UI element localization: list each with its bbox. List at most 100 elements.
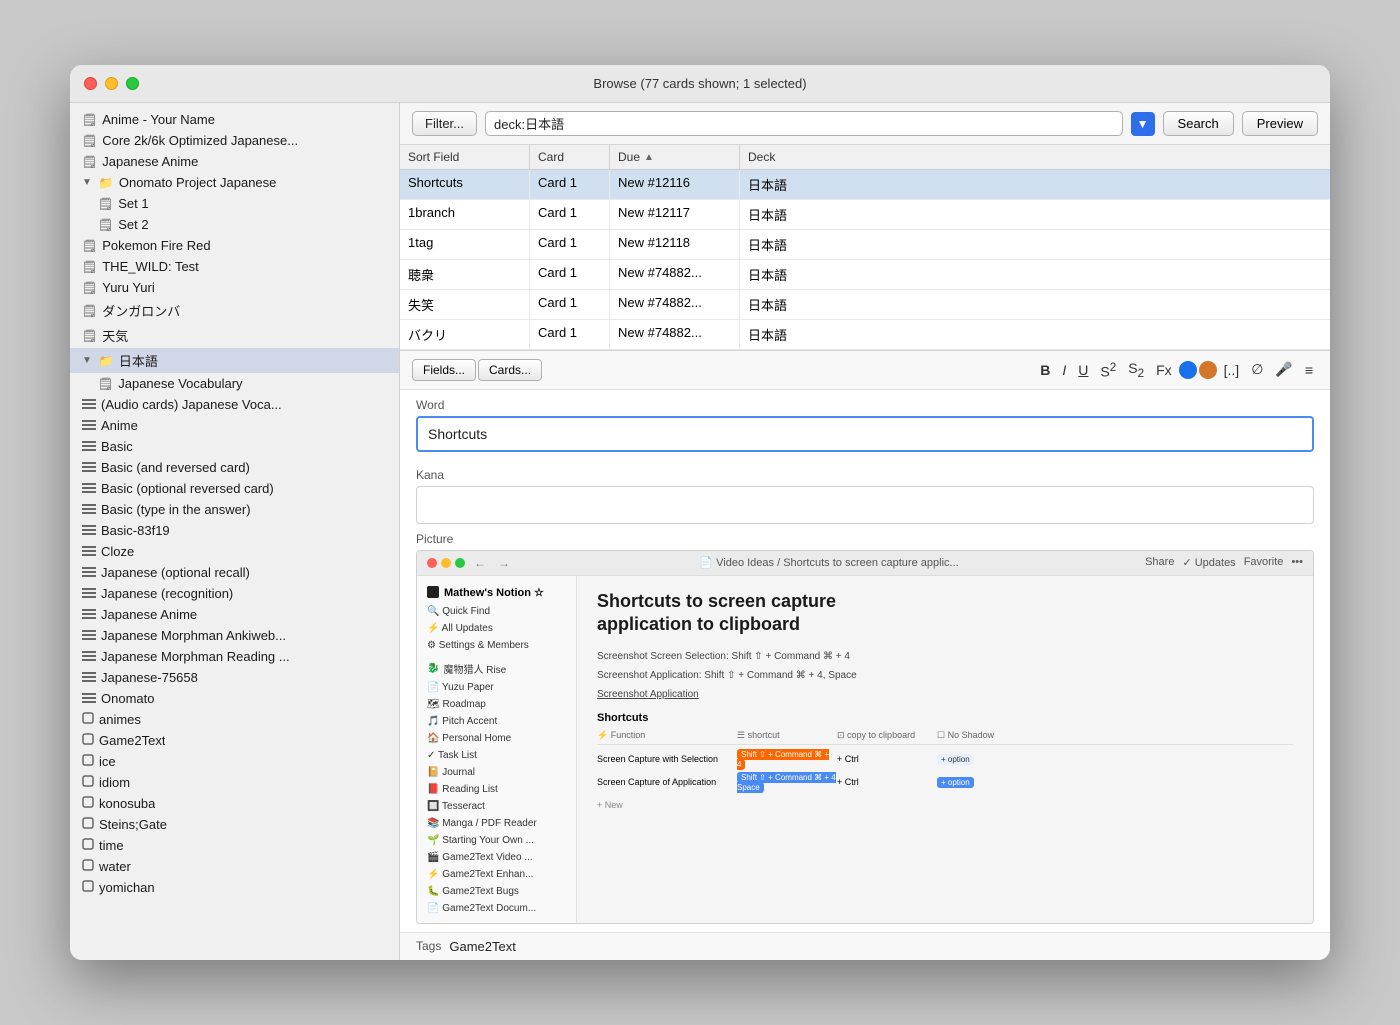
sidebar-item-label: idiom xyxy=(99,775,130,790)
col-deck[interactable]: Deck xyxy=(740,145,1330,169)
underline-button[interactable]: U xyxy=(1073,359,1093,381)
sidebar-item[interactable]: ice xyxy=(70,751,399,772)
mini-table-row-1: Screen Capture with Selection Shift ⇧ + … xyxy=(597,749,1293,769)
sidebar-item[interactable]: 🗒Set 2 xyxy=(70,214,399,235)
sidebar-item[interactable]: idiom xyxy=(70,772,399,793)
menu-button[interactable]: ≡ xyxy=(1300,359,1318,381)
bold-button[interactable]: B xyxy=(1035,359,1055,381)
word-input[interactable] xyxy=(416,416,1314,452)
bracket-button[interactable]: [..] xyxy=(1219,359,1245,381)
sidebar-item[interactable]: 🗒THE_WILD: Test xyxy=(70,256,399,277)
expand-arrow-icon: ▼ xyxy=(82,355,92,366)
table-row[interactable]: 1branchCard 1New #12117日本語 xyxy=(400,200,1330,230)
window-title: Browse (77 cards shown; 1 selected) xyxy=(593,76,806,91)
sidebar-item[interactable]: 🗒Anime - Your Name xyxy=(70,109,399,130)
search-button[interactable]: Search xyxy=(1163,111,1234,136)
col-card[interactable]: Card xyxy=(530,145,610,169)
sidebar-item[interactable]: ▼📁日本語 xyxy=(70,348,399,373)
sidebar-item[interactable]: 🗒Japanese Vocabulary xyxy=(70,373,399,394)
color-picker-orange[interactable] xyxy=(1199,361,1217,379)
col-due[interactable]: Due ▲ xyxy=(610,145,740,169)
search-input[interactable] xyxy=(485,111,1123,136)
sidebar-item[interactable]: Japanese (recognition) xyxy=(70,583,399,604)
fields-button[interactable]: Fields... xyxy=(412,359,476,381)
picture-field-section: Picture ← → xyxy=(400,532,1330,932)
sidebar-item[interactable]: Cloze xyxy=(70,541,399,562)
sidebar-item[interactable]: Game2Text xyxy=(70,730,399,751)
sidebar-item[interactable]: 🗒Japanese Anime xyxy=(70,151,399,172)
sidebar-item[interactable]: konosuba xyxy=(70,793,399,814)
tags-value[interactable]: Game2Text xyxy=(449,939,515,954)
sidebar-item-label: Japanese-75658 xyxy=(101,670,198,685)
sidebar-item[interactable]: 🗒ダンガロンバ xyxy=(70,298,399,323)
minimize-button[interactable] xyxy=(105,77,118,90)
col-due-label: Due xyxy=(618,150,640,164)
mini-browser: ← → 📄 Video Ideas / Shortcuts to screen … xyxy=(417,551,1313,923)
table-cell-deck: 日本語 xyxy=(740,170,1330,199)
sidebar-item[interactable]: Japanese Morphman Ankiweb... xyxy=(70,625,399,646)
table-row[interactable]: ShortcutsCard 1New #12116日本語 xyxy=(400,170,1330,200)
dropdown-button[interactable]: ▼ xyxy=(1131,112,1155,136)
table-row[interactable]: 1tagCard 1New #12118日本語 xyxy=(400,230,1330,260)
sidebar-item-label: THE_WILD: Test xyxy=(102,259,199,274)
sidebar-item[interactable]: (Audio cards) Japanese Voca... xyxy=(70,394,399,415)
table-row[interactable]: バクリCard 1New #74882...日本語 xyxy=(400,320,1330,350)
mic-button[interactable]: 🎤 xyxy=(1270,358,1297,381)
table-row[interactable]: 聴衆Card 1New #74882...日本語 xyxy=(400,260,1330,290)
sidebar-item[interactable]: Basic xyxy=(70,436,399,457)
superscript-button[interactable]: S2 xyxy=(1095,358,1121,383)
subscript-button[interactable]: S2 xyxy=(1123,357,1149,383)
sidebar-item-label: konosuba xyxy=(99,796,155,811)
sidebar-item[interactable]: Basic-83f19 xyxy=(70,520,399,541)
sidebar: 🗒Anime - Your Name🗒Core 2k/6k Optimized … xyxy=(70,103,400,960)
picture-label: Picture xyxy=(416,532,1314,546)
sidebar-item-label: Anime xyxy=(101,418,138,433)
sidebar-item[interactable]: Basic (type in the answer) xyxy=(70,499,399,520)
item-icon xyxy=(82,880,94,895)
fx-button[interactable]: Fx xyxy=(1151,359,1177,381)
sidebar-item[interactable]: 🗒Yuru Yuri xyxy=(70,277,399,298)
italic-button[interactable]: I xyxy=(1057,359,1071,381)
sidebar-item[interactable]: 🗒天気 xyxy=(70,323,399,348)
sidebar-item-label: yomichan xyxy=(99,880,155,895)
sidebar-item[interactable]: Basic (optional reversed card) xyxy=(70,478,399,499)
sidebar-item[interactable]: 🗒Core 2k/6k Optimized Japanese... xyxy=(70,130,399,151)
sidebar-item[interactable]: Japanese Anime xyxy=(70,604,399,625)
mini-page-task: ✓ Task List xyxy=(417,747,576,764)
sidebar-item[interactable]: water xyxy=(70,856,399,877)
mini-fn-1: Screen Capture with Selection xyxy=(597,754,737,764)
mini-quick-find: 🔍 Quick Find xyxy=(417,603,576,620)
sidebar-item[interactable]: 🗒Set 1 xyxy=(70,193,399,214)
sidebar-item[interactable]: animes xyxy=(70,709,399,730)
sidebar-item[interactable]: time xyxy=(70,835,399,856)
sidebar-item[interactable]: Steins;Gate xyxy=(70,814,399,835)
sidebar-item-label: time xyxy=(99,838,124,853)
mini-text-1: Screenshot Screen Selection: Shift ⇧ + C… xyxy=(597,649,1293,664)
sidebar-item[interactable]: Japanese (optional recall) xyxy=(70,562,399,583)
maximize-button[interactable] xyxy=(126,77,139,90)
sidebar-item[interactable]: Onomato xyxy=(70,688,399,709)
mini-page-manga: 📚 Manga / PDF Reader xyxy=(417,815,576,832)
preview-button[interactable]: Preview xyxy=(1242,111,1318,136)
word-field-section: Word xyxy=(400,390,1330,460)
col-sort-field[interactable]: Sort Field xyxy=(400,145,530,169)
filter-button[interactable]: Filter... xyxy=(412,111,477,136)
item-icon xyxy=(82,524,96,538)
sidebar-item[interactable]: Japanese Morphman Reading ... xyxy=(70,646,399,667)
sidebar-item[interactable]: Anime xyxy=(70,415,399,436)
mini-table-header: ⚡ Function ☰ shortcut ⊡ copy to clipboar… xyxy=(597,730,1293,745)
sidebar-item-label: Core 2k/6k Optimized Japanese... xyxy=(102,133,298,148)
close-button[interactable] xyxy=(84,77,97,90)
sidebar-item[interactable]: Basic (and reversed card) xyxy=(70,457,399,478)
kana-input[interactable] xyxy=(416,486,1314,524)
color-picker-blue[interactable] xyxy=(1179,361,1197,379)
sidebar-item[interactable]: yomichan xyxy=(70,877,399,898)
sidebar-item[interactable]: ▼📁Onomato Project Japanese xyxy=(70,172,399,193)
table-cell-card: Card 1 xyxy=(530,260,610,289)
sidebar-item[interactable]: Japanese-75658 xyxy=(70,667,399,688)
cards-button[interactable]: Cards... xyxy=(478,359,542,381)
remove-format-button[interactable]: ∅ xyxy=(1246,358,1268,381)
sidebar-item[interactable]: 🗒Pokemon Fire Red xyxy=(70,235,399,256)
table-row[interactable]: 失笑Card 1New #74882...日本語 xyxy=(400,290,1330,320)
toolbar: Filter... ▼ Search Preview xyxy=(400,103,1330,145)
